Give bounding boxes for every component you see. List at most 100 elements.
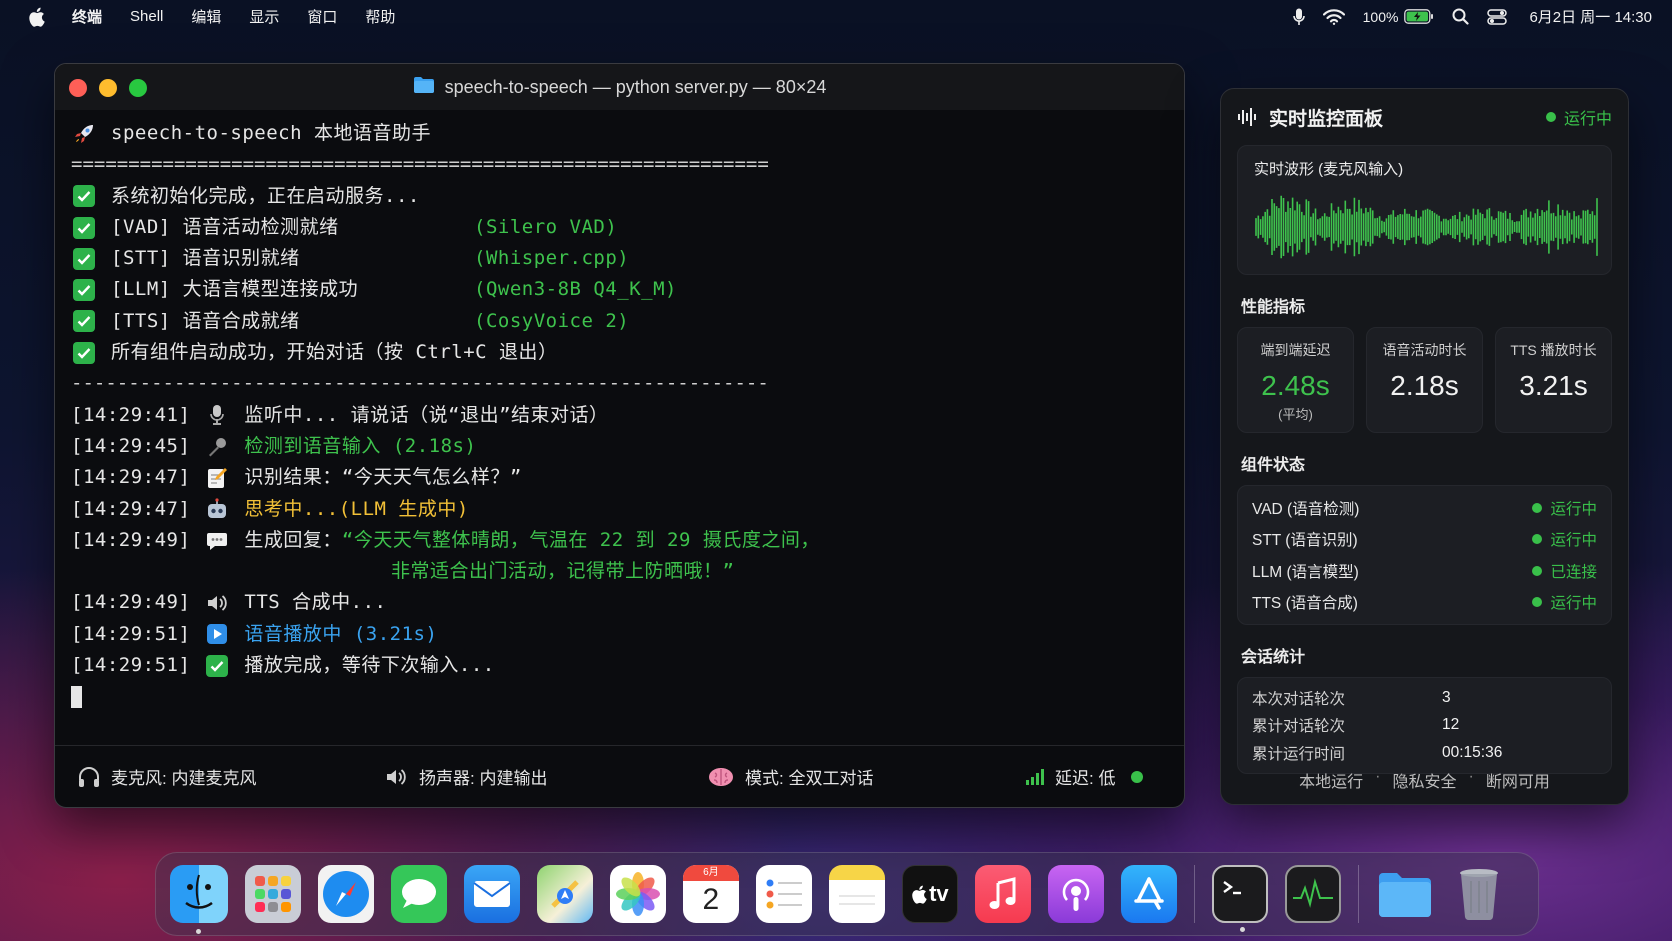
trash-icon[interactable] <box>1451 865 1507 923</box>
terminal-window: speech-to-speech — python server.py — 80… <box>54 63 1185 808</box>
menu-help[interactable]: 帮助 <box>365 6 395 27</box>
component-row: LLM (语言模型) 已连接 <box>1252 555 1597 587</box>
log-time: [14:29:47] <box>71 497 191 520</box>
component-row: TTS (语音合成) 运行中 <box>1252 587 1597 619</box>
latency-indicator-dot <box>1131 770 1144 783</box>
activity-monitor-icon[interactable] <box>1284 865 1342 923</box>
component-row: VAD (语音检测) 运行中 <box>1252 492 1597 524</box>
calendar-day: 2 <box>702 883 720 916</box>
folder-icon <box>413 76 435 99</box>
tv-icon[interactable]: tv <box>901 865 958 923</box>
log-label: 生成回复： <box>244 528 342 551</box>
mail-icon[interactable] <box>463 865 520 923</box>
launchpad-icon[interactable] <box>245 865 301 923</box>
init-line: [LLM] 大语言模型连接成功 (Qwen3-8B Q4_K_M) <box>71 274 1168 305</box>
terminal-titlebar[interactable]: speech-to-speech — python server.py — 80… <box>55 64 1184 110</box>
log-line: [14:29:51] 播放完成，等待下次输入... <box>71 650 1168 681</box>
podcasts-icon[interactable] <box>1047 865 1104 923</box>
component-status: 运行中 <box>1532 528 1597 550</box>
log-time: [14:29:51] <box>71 622 191 645</box>
log-text: TTS 合成中... <box>244 591 387 614</box>
menu-terminal[interactable]: 终端 <box>72 6 102 27</box>
init-text: [LLM] 大语言模型连接成功 <box>111 278 359 301</box>
metric-tts-duration: TTS 播放时长 3.21s <box>1495 327 1612 433</box>
speech-bubble-icon <box>204 530 230 552</box>
log-time: [14:29:47] <box>71 466 191 489</box>
latency-status[interactable]: 延迟: 低 <box>1025 764 1151 789</box>
photos-icon[interactable] <box>609 865 666 923</box>
reminders-icon[interactable] <box>755 865 812 923</box>
battery-icon[interactable] <box>1404 9 1434 24</box>
init-text: 所有组件启动成功，开始对话（按 Ctrl+C 退出） <box>111 341 558 364</box>
menu-window[interactable]: 窗口 <box>307 6 337 27</box>
init-line: [TTS] 语音合成就绪 (CosyVoice 2) <box>71 306 1168 337</box>
menu-edit[interactable]: 编辑 <box>191 6 221 27</box>
component-row: STT (语音识别) 运行中 <box>1252 524 1597 556</box>
zoom-button[interactable] <box>129 79 147 97</box>
check-icon <box>73 310 95 333</box>
maps-icon[interactable] <box>536 865 593 923</box>
music-icon[interactable] <box>974 865 1031 923</box>
terminal-icon[interactable] <box>1211 865 1268 932</box>
check-icon <box>73 247 95 270</box>
menu-shell[interactable]: Shell <box>130 8 163 25</box>
panel-status-badge: 运行中 <box>1545 105 1612 129</box>
downloads-folder-icon[interactable] <box>1376 865 1434 923</box>
messages-icon[interactable] <box>390 865 447 923</box>
metric-voice-duration: 语音活动时长 2.18s <box>1366 327 1483 433</box>
headphones-icon <box>77 766 101 788</box>
minimize-button[interactable] <box>99 79 117 97</box>
tv-label: tv <box>929 881 949 906</box>
finder-icon[interactable] <box>170 865 228 934</box>
log-text: 识别结果：“今天天气怎么样？” <box>244 466 522 489</box>
apple-menu-icon[interactable] <box>28 7 46 27</box>
stats-card: 本次对话轮次 3 累计对话轮次 12 累计运行时间 00:15:36 <box>1237 677 1612 774</box>
menu-view[interactable]: 显示 <box>249 6 279 27</box>
waveform-label: 实时波形 (麦克风输入) <box>1254 161 1404 178</box>
log-time: [14:29:49] <box>71 528 191 551</box>
terminal-header-line: speech-to-speech 本地语音助手 <box>71 118 1168 149</box>
init-line: [VAD] 语音活动检测就绪 (Silero VAD) <box>71 212 1168 243</box>
stats-section-title: 会话统计 <box>1241 649 1306 666</box>
microphone-icon[interactable] <box>1292 8 1305 26</box>
stat-row: 累计运行时间 00:15:36 <box>1252 743 1503 763</box>
log-time: [14:29:49] <box>71 591 191 614</box>
terminal-output[interactable]: speech-to-speech 本地语音助手 ================… <box>55 110 1184 713</box>
init-text: [TTS] 语音合成就绪 <box>111 309 300 332</box>
perf-section-title: 性能指标 <box>1241 299 1306 316</box>
mode-status[interactable]: 模式: 全双工对话 <box>707 764 1025 789</box>
log-text: 语音播放中 (3.21s) <box>244 622 438 645</box>
menu-clock[interactable]: 6月2日 周一 14:30 <box>1529 6 1652 27</box>
prompt-line[interactable] <box>71 681 1168 712</box>
waveform-card: 实时波形 (麦克风输入) <box>1237 145 1612 275</box>
metric-voice-duration-value: 2.18s <box>1390 370 1459 401</box>
speaker-status-text: 扬声器: 内建输出 <box>419 769 548 788</box>
log-line: [14:29:49] 生成回复： “今天天气整体晴朗，气温在 22 到 29 摄… <box>71 525 1168 556</box>
control-center-icon[interactable] <box>1487 8 1508 25</box>
log-line: [14:29:47] 识别结果：“今天天气怎么样？” <box>71 462 1168 493</box>
check-icon <box>73 185 95 208</box>
signal-bars-icon <box>1025 768 1045 785</box>
speaker-status[interactable]: 扬声器: 内建输出 <box>385 764 707 789</box>
app-store-icon[interactable] <box>1120 865 1177 923</box>
init-text: [STT] 语音识别就绪 <box>111 247 300 270</box>
mic-status[interactable]: 麦克风: 内建麦克风 <box>77 764 385 789</box>
log-text: “今天天气整体晴朗，气温在 22 到 29 摄氏度之间， <box>341 528 820 551</box>
init-line: 所有组件启动成功，开始对话（按 Ctrl+C 退出） <box>71 337 1168 368</box>
init-line: [STT] 语音识别就绪 (Whisper.cpp) <box>71 243 1168 274</box>
play-button-icon <box>204 623 230 645</box>
log-line: [14:29:41] 监听中... 请说话（说“退出”结束对话） <box>71 400 1168 431</box>
metric-latency: 端到端延迟 2.48s (平均) <box>1237 327 1354 433</box>
notes-icon[interactable] <box>828 865 885 923</box>
log-text: 检测到语音输入 (2.18s) <box>244 434 477 457</box>
terminal-header-text: speech-to-speech 本地语音助手 <box>111 122 431 144</box>
close-button[interactable] <box>69 79 87 97</box>
safari-icon[interactable] <box>317 865 374 923</box>
calendar-icon[interactable]: 6月 2 <box>682 865 739 923</box>
search-icon[interactable] <box>1452 8 1470 25</box>
check-icon <box>73 279 95 302</box>
log-time: [14:29:41] <box>71 403 191 426</box>
mode-status-text: 模式: 全双工对话 <box>745 769 874 788</box>
check-icon <box>73 216 95 239</box>
wifi-icon[interactable] <box>1322 8 1345 25</box>
